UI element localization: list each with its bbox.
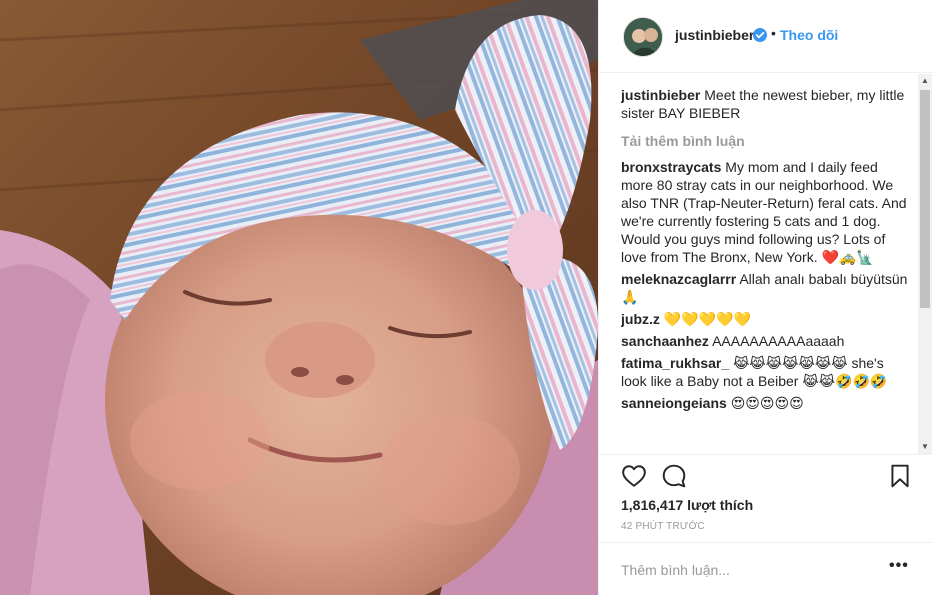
comment-username[interactable]: meleknazcaglarrr [621, 271, 736, 287]
post-actions-bar [599, 454, 933, 498]
scroll-down-arrow-icon[interactable]: ▼ [918, 440, 932, 454]
follow-button[interactable]: Theo dõi [780, 27, 838, 43]
bookmark-icon[interactable] [887, 463, 913, 489]
comment-icon[interactable] [661, 463, 687, 489]
baby-photo-image [0, 0, 598, 595]
heart-icon[interactable] [621, 463, 647, 489]
post-details-panel: justinbieber • Theo dõi justinbieber Mee… [598, 0, 933, 595]
comment-item: sanneiongeians 😍😍😍😍😍 [621, 394, 913, 412]
verified-badge-icon [753, 28, 767, 42]
comments-list[interactable]: justinbieber Meet the newest bieber, my … [621, 86, 913, 454]
header-separator: • [771, 25, 776, 41]
avatar-image [624, 18, 662, 56]
comment-text: 😍😍😍😍😍 [730, 395, 804, 411]
post-timestamp[interactable]: 42 PHÚT TRƯỚC [621, 521, 705, 532]
load-more-comments-button[interactable]: Tải thêm bình luận [621, 132, 913, 150]
post-photo[interactable] [0, 0, 598, 595]
comment-item: jubz.z 💛💛💛💛💛 [621, 310, 913, 328]
comment-text: 💛💛💛💛💛 [663, 311, 751, 327]
comment-item: sanchaanhez AAAAAAAAAAaaaah [621, 332, 913, 350]
more-options-button[interactable]: ••• [889, 557, 909, 575]
avatar[interactable] [623, 17, 663, 57]
comment-input[interactable] [621, 560, 871, 580]
comment-item: meleknazcaglarrr Allah analı babalı büyü… [621, 270, 913, 306]
add-comment-bar: ••• [599, 542, 933, 595]
caption-username[interactable]: justinbieber [621, 87, 700, 103]
comment-item: fatima_rukhsar_ 😹😹😹😹😹😹😹 she's look like … [621, 354, 913, 390]
header-username[interactable]: justinbieber [675, 27, 754, 43]
comment-item: bronxstraycats My mom and I daily feed m… [621, 158, 913, 266]
comment-username[interactable]: sanchaanhez [621, 333, 709, 349]
scrollbar-thumb[interactable] [920, 90, 930, 308]
scroll-up-arrow-icon[interactable]: ▲ [918, 74, 932, 88]
post-caption: justinbieber Meet the newest bieber, my … [621, 86, 913, 122]
comments-scrollbar[interactable]: ▲ ▼ [918, 74, 932, 454]
comment-username[interactable]: fatima_rukhsar_ [621, 355, 729, 371]
post-header: justinbieber • Theo dõi [599, 0, 933, 73]
comment-username[interactable]: sanneiongeians [621, 395, 727, 411]
comment-username[interactable]: jubz.z [621, 311, 660, 327]
comment-text: AAAAAAAAAAaaaah [712, 333, 845, 349]
comment-username[interactable]: bronxstraycats [621, 159, 721, 175]
likes-count[interactable]: 1,816,417 lượt thích [621, 497, 753, 513]
